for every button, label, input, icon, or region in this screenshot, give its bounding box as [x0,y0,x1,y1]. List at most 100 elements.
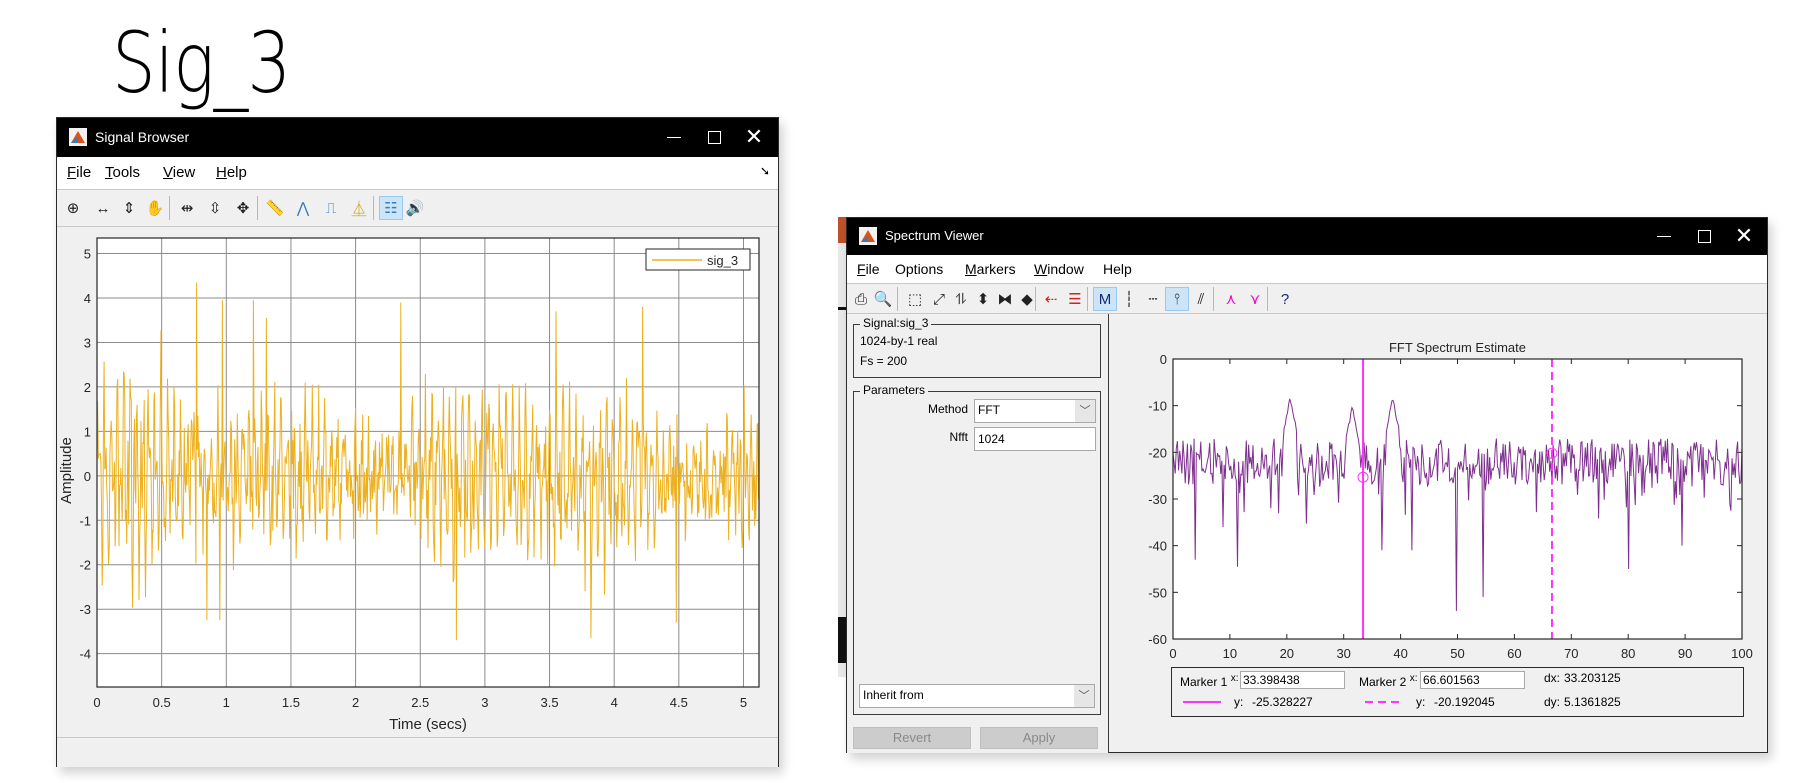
menu-view[interactable]: View [163,164,195,181]
marker2-x-input[interactable] [1420,671,1525,689]
close-button[interactable]: ✕ [734,124,774,150]
signal-size-text: 1024-by-1 real [860,334,938,348]
legend-label: sig_3 [707,253,738,268]
zoom-box-icon[interactable]: ⬚ [903,287,927,311]
bandwidth-icon[interactable]: ⏅ [347,196,371,220]
matlab-logo-icon [69,128,87,146]
apply-button[interactable]: Apply [980,727,1098,749]
menu-file[interactable]: File [857,261,880,277]
toolbar-separator [1213,287,1214,311]
window-title: Spectrum Viewer [885,228,984,243]
signal-info-group: Signal:sig_3 1024-by-1 real Fs = 200 [853,316,1101,378]
menu-bar: File Options Markers Window Help [847,255,1767,284]
x-tick-label: 3.5 [541,695,559,710]
y-tick-label: 0 [1160,352,1167,367]
y-tick-label: -3 [79,602,91,617]
toolbar-separator [373,196,374,220]
x-tick-label: 2.5 [411,695,429,710]
zoom-y-icon[interactable]: ⇕ [117,196,141,220]
y-tick-label: 4 [84,291,91,306]
menu-window[interactable]: Window [1034,261,1084,277]
maximize-button[interactable] [1684,224,1724,243]
dy-label: dy: [1544,695,1561,709]
zoom-in-icon[interactable]: ⊕ [61,196,85,220]
parameters-group-title: Parameters [860,383,929,397]
maximize-button[interactable] [694,125,734,144]
horizontal-markers-icon[interactable]: ┄ [1141,287,1165,311]
x-tick-label: 70 [1564,646,1578,661]
toolbar: ⎙ 🔍 ⬚ ⤢ ⥮ ⬍ ⧓ ◆ ⇠ ☰ M ┆ ┄ ⫯ ⫽ ⋏ ⋎? [847,284,1767,314]
zoom-in-x-icon[interactable]: ⧓ [993,287,1017,311]
print-icon[interactable]: ⎙ [849,287,873,311]
set-marker-icon[interactable]: ⇠ [1039,287,1063,311]
x-tick-label: 1.5 [282,695,300,710]
marker-readout-panel: Marker 1 x: Marker 2 x: dx: 33.203125 y:… [1171,667,1744,717]
menu-options[interactable]: Options [895,261,943,277]
signal-browser-titlebar[interactable]: Signal Browser ✕ [57,118,778,157]
spectrum-viewer-titlebar[interactable]: Spectrum Viewer ✕ [847,218,1767,255]
find-peak-icon[interactable]: ⋏ [1219,287,1243,311]
method-label: Method [927,402,968,416]
y-tick-label: -50 [1148,585,1167,600]
zoom-out-y-icon[interactable]: ⬍ [971,287,995,311]
revert-button[interactable]: Revert [853,727,971,749]
toolbar-separator [1087,287,1088,311]
marker1-y-label: y: [1234,695,1244,709]
left-panel: Signal:sig_3 1024-by-1 real Fs = 200 Par… [847,314,1109,753]
peak-distribution-icon[interactable]: ⋀ [291,196,315,220]
menu-help[interactable]: Help [216,164,247,181]
chevron-down-icon: ﹀ [1075,400,1095,422]
close-button[interactable]: ✕ [1724,223,1764,249]
y-tick-label: -30 [1148,492,1167,507]
x-tick-label: 50 [1450,646,1464,661]
spectrum-plot[interactable]: FFT Spectrum Estimate 0 10 20 30 40 50 60 70 80 90… [1110,314,1767,664]
whats-this-icon[interactable]: ? [1273,287,1297,311]
matlab-logo-icon [859,227,877,245]
x-tick-label: 0 [1169,646,1176,661]
find-valley-icon[interactable]: ⋎ [1243,287,1267,311]
dock-arrow-icon[interactable]: ➘ [760,164,770,178]
fit-x-icon[interactable]: ⇹ [175,196,199,220]
x-tick-label: 10 [1223,646,1237,661]
x-tick-label: 100 [1731,646,1753,661]
legend-toggle-icon[interactable]: ☷ [379,196,403,220]
markers-on-off-icon[interactable]: M [1093,287,1117,311]
line-style-icon[interactable]: ☰ [1063,287,1087,311]
zoom-x-icon[interactable]: ↔ [91,196,115,220]
step-response-icon[interactable]: ⎍ [319,196,343,220]
dx-value: 33.203125 [1564,671,1621,685]
marker1-y-value: -25.328227 [1252,695,1313,709]
toolbar-separator [257,196,258,220]
full-view-icon[interactable]: ⤢ [927,287,951,311]
method-select[interactable]: FFT ﹀ [974,399,1096,423]
slope-markers-icon[interactable]: ⫽ [1189,287,1213,311]
method-value: FFT [978,403,1000,417]
menu-help[interactable]: Help [1103,261,1132,277]
marker1-label: Marker 1 x: [1180,673,1239,689]
marker1-solid-line-icon [1183,701,1221,703]
fit-y-icon[interactable]: ⇳ [203,196,227,220]
toolbar-separator [169,196,170,220]
measure-ruler-icon[interactable]: 📏 [263,196,287,220]
menu-markers[interactable]: Markers [965,261,1016,277]
signal-plot[interactable]: 0 0.5 1 1.5 2 2.5 3 3.5 4 4.5 5 5 4 3 2 1 0 -1 -2 -3 -4 sig_3… [57,227,778,737]
nfft-input[interactable] [974,427,1096,451]
nfft-label: Nfft [949,430,968,444]
sample-rate-text: Fs = 200 [860,354,908,368]
minimize-button[interactable] [1644,224,1684,237]
play-sound-icon[interactable]: 🔊 [403,196,427,220]
zoom-in-y-icon[interactable]: ⥮ [949,287,973,311]
x-tick-label: 4.5 [670,695,688,710]
x-tick-label: 3 [481,695,488,710]
inherit-from-select[interactable]: Inherit from ﹀ [859,684,1095,708]
vertical-markers-icon[interactable]: ┆ [1117,287,1141,311]
minimize-button[interactable] [654,125,694,138]
print-preview-icon[interactable]: 🔍 [871,287,895,311]
marker1-x-input[interactable] [1240,671,1345,689]
fit-all-icon[interactable]: ✥ [231,196,255,220]
background-window-edge [838,217,846,677]
track-markers-icon[interactable]: ⫯ [1165,287,1189,311]
pan-hand-icon[interactable]: ✋ [143,196,167,220]
menu-tools[interactable]: Tools [105,164,140,181]
menu-file[interactable]: File [67,164,91,181]
